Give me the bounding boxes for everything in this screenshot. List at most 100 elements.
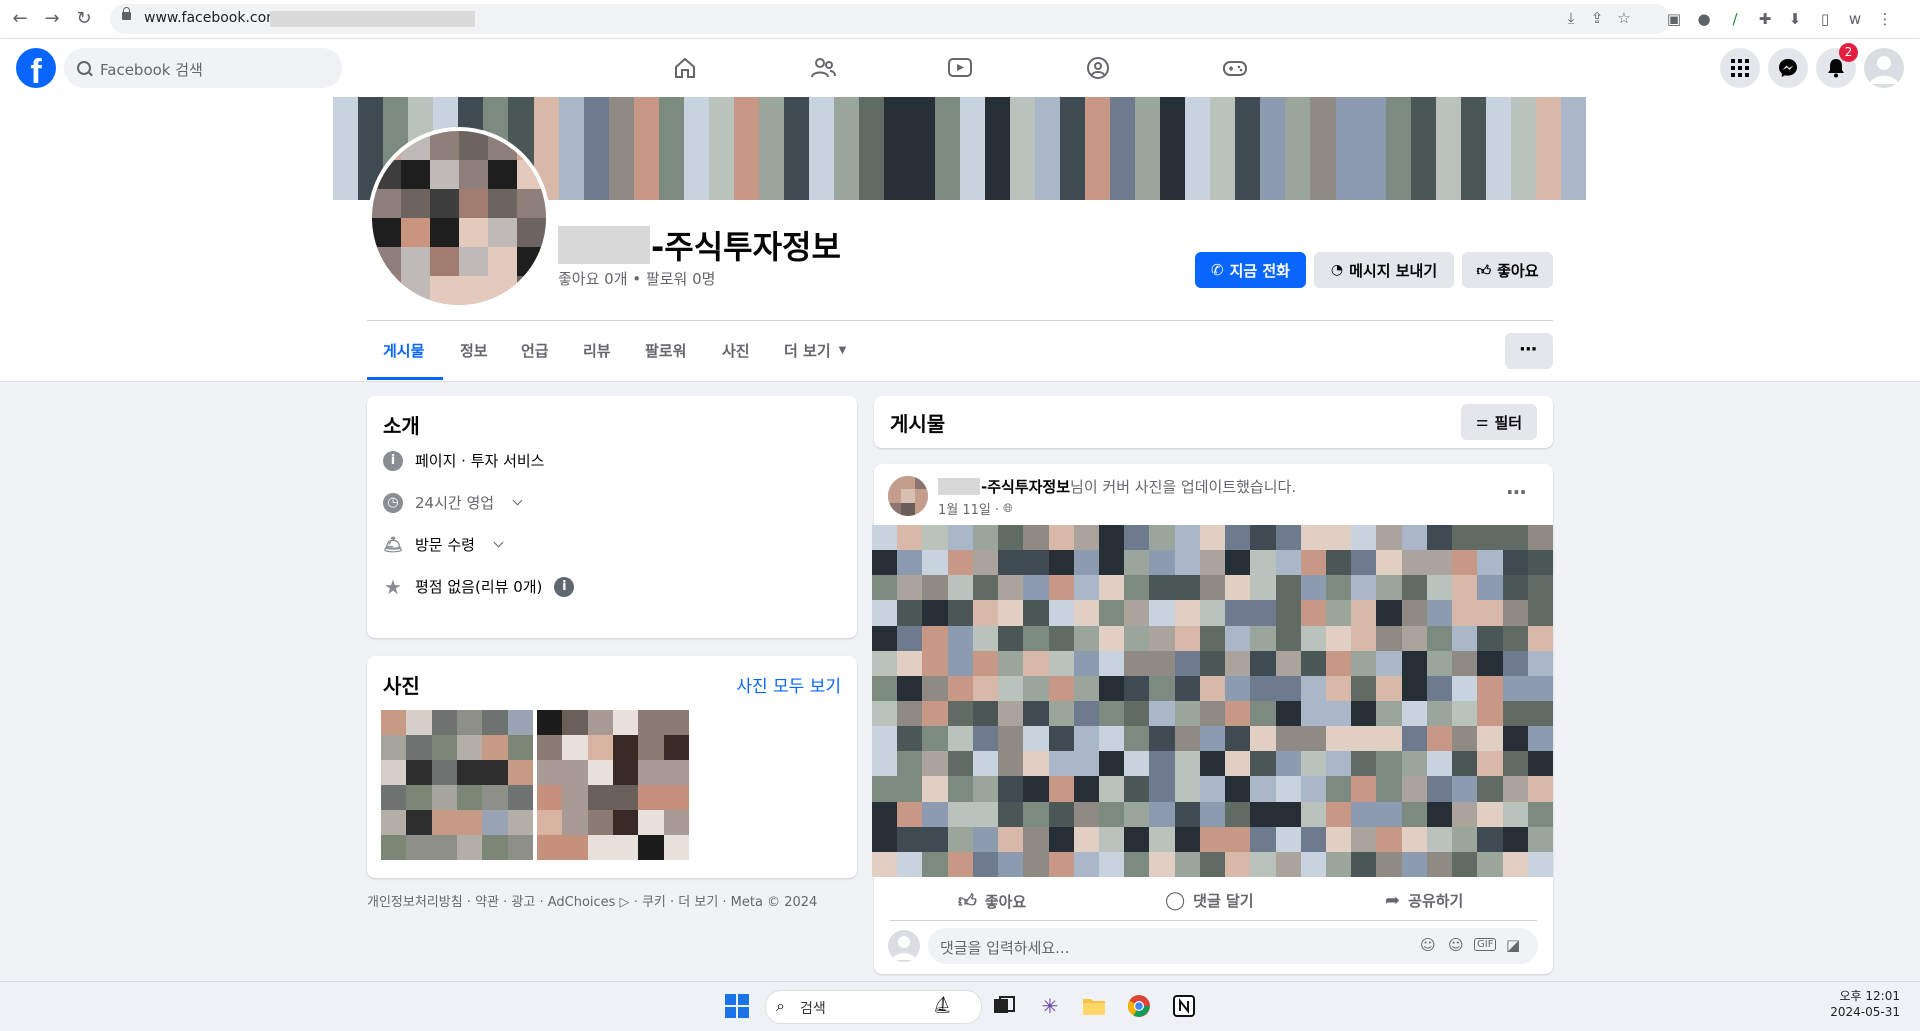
nav-friends[interactable] — [767, 45, 877, 91]
photos-card: 사진 사진 모두 보기 — [367, 656, 857, 878]
globe-icon: 🌐︎ — [1003, 501, 1013, 515]
comment-bubble-icon: ◯ — [1165, 890, 1186, 911]
post-photo[interactable] — [872, 525, 1553, 877]
sticker-icon[interactable]: ◪ — [1506, 936, 1520, 954]
see-all-photos-link[interactable]: 사진 모두 보기 — [736, 672, 841, 697]
extension-icon-1[interactable]: ▣ — [1665, 10, 1683, 28]
nav-video[interactable] — [904, 45, 1014, 91]
grid-icon — [1731, 59, 1749, 77]
page-title: -주식투자정보 — [651, 228, 841, 266]
notion-icon[interactable] — [1172, 994, 1196, 1018]
puzzle-icon[interactable]: ✚ — [1756, 10, 1774, 28]
install-icon[interactable]: ⤓ — [1562, 9, 1580, 27]
clock-icon: ◷ — [383, 492, 403, 513]
tab-reviews[interactable]: 리뷰 — [583, 340, 611, 361]
facebook-logo-icon[interactable]: f — [16, 48, 56, 88]
menu-dots-icon[interactable]: ⋮ — [1876, 10, 1894, 28]
intro-service-text: 방문 수령 — [415, 536, 475, 554]
tab-followers[interactable]: 팔로워 — [645, 340, 686, 361]
posts-title: 게시물 — [890, 412, 946, 436]
more-options-button[interactable]: ··· — [1505, 333, 1553, 369]
clock-time: 오후 12:01 — [1839, 989, 1900, 1003]
thumbs-up-icon: 👍︎ — [1476, 262, 1492, 279]
intro-category: i 페이지 · 투자 서비스 — [383, 450, 544, 471]
nav-home[interactable] — [630, 45, 740, 91]
comment-label: 댓글 달기 — [1193, 892, 1254, 910]
send-message-label: 메시지 보내기 — [1349, 261, 1438, 280]
post-options-icon[interactable]: ··· — [1506, 480, 1527, 504]
tab-photos[interactable]: 사진 — [722, 340, 750, 361]
facebook-search-input[interactable]: Facebook 검색 — [64, 48, 342, 88]
chrome-icon[interactable] — [1127, 994, 1151, 1018]
gif-icon[interactable]: GIF — [1474, 938, 1497, 951]
comment-button[interactable]: ◯ 댓글 달기 — [1165, 890, 1254, 911]
share-arrow-icon: ➦ — [1385, 890, 1401, 911]
system-clock[interactable]: 오후 12:01 2024-05-31 — [1830, 988, 1900, 1020]
like-post-button[interactable]: 👍︎ 좋아요 — [958, 890, 1026, 912]
taskbar-search[interactable]: ⌕ 검색 ⛵︎ — [765, 990, 982, 1024]
emoji-icon[interactable]: ☺ — [1448, 936, 1464, 954]
thumbs-up-outline-icon: 👍︎ — [958, 891, 977, 912]
forward-icon[interactable]: → — [42, 9, 62, 29]
intro-service[interactable]: 🛎︎ 방문 수령 — [383, 534, 504, 555]
tab-mentions[interactable]: 언급 — [521, 340, 549, 361]
tab-posts[interactable]: 게시물 — [383, 340, 424, 361]
post-date[interactable]: 1월 11일 · — [938, 499, 999, 518]
messenger-button[interactable] — [1768, 48, 1808, 88]
share-icon[interactable]: ⇪ — [1588, 9, 1606, 27]
footer-links[interactable]: 개인정보처리방침 · 약관 · 광고 · AdChoices ▷ · 쿠키 · … — [367, 891, 817, 910]
reload-icon[interactable]: ↻ — [74, 9, 94, 29]
commenter-avatar[interactable] — [888, 930, 920, 962]
photo-thumbnail[interactable] — [537, 710, 689, 860]
search-highlight-icon: ⛵︎ — [932, 995, 953, 1014]
comment-input[interactable]: 댓글을 입력하세요... ☺ ☺ GIF ◪ — [928, 928, 1538, 964]
gaming-icon — [1223, 61, 1247, 76]
intro-hours-text: 24시간 영업 — [415, 494, 495, 512]
slack-icon[interactable]: ✳ — [1038, 994, 1062, 1018]
post-header-text: -주식투자정보님이 커버 사진을 업데이트했습니다. — [981, 476, 1296, 497]
extension-icon-4[interactable]: w — [1846, 10, 1864, 28]
nav-groups[interactable] — [1042, 45, 1152, 91]
call-now-button[interactable]: ✆ 지금 전화 — [1195, 252, 1306, 288]
avatar-sticker-icon[interactable]: ☺ — [1420, 936, 1436, 954]
windows-start-icon[interactable] — [725, 994, 749, 1018]
browser-toolbar: ← → ↻ www.facebook.com/ ⤓ ⇪ ☆ ▣ ● ∕ ✚ ⬇ … — [0, 0, 1920, 39]
lock-icon — [122, 7, 131, 20]
windows-taskbar: ⌕ 검색 ⛵︎ ✳ 오후 12:01 2024-05-31 — [0, 981, 1920, 1031]
menu-grid-button[interactable] — [1720, 48, 1760, 88]
rating-info-icon[interactable]: i — [554, 576, 575, 597]
account-avatar[interactable] — [1864, 48, 1904, 88]
share-button[interactable]: ➦ 공유하기 — [1385, 890, 1463, 911]
tab-about[interactable]: 정보 — [460, 340, 488, 361]
extension-icon-3[interactable]: ∕ — [1726, 10, 1744, 28]
profile-picture[interactable] — [368, 127, 550, 309]
extension-icon-2[interactable]: ● — [1695, 10, 1713, 28]
service-bell-icon: 🛎︎ — [383, 534, 404, 554]
intro-hours[interactable]: ◷ 24시간 영업 — [383, 492, 523, 513]
filter-button[interactable]: ⚌ 필터 — [1461, 404, 1537, 440]
post-author-avatar[interactable] — [888, 476, 928, 516]
video-icon — [948, 58, 972, 77]
address-bar[interactable]: www.facebook.com/ ⤓ ⇪ ☆ — [110, 4, 1670, 34]
bell-icon — [1828, 59, 1844, 78]
file-explorer-icon[interactable] — [1082, 994, 1106, 1018]
search-icon — [77, 61, 91, 75]
nav-gaming[interactable] — [1179, 45, 1289, 91]
photo-thumbnail[interactable] — [381, 710, 533, 860]
send-message-button[interactable]: ◔ 메시지 보내기 — [1314, 252, 1454, 288]
messenger-small-icon: ◔ — [1330, 262, 1344, 278]
download-icon[interactable]: ⬇ — [1786, 10, 1804, 28]
page-stats: 좋아요 0개 • 팔로워 0명 — [558, 270, 716, 288]
like-page-button[interactable]: 👍︎ 좋아요 — [1462, 252, 1553, 288]
like-post-label: 좋아요 — [984, 892, 1027, 911]
task-view-icon[interactable] — [992, 994, 1016, 1018]
bookmark-star-icon[interactable]: ☆ — [1615, 9, 1633, 27]
chevron-down-icon — [493, 537, 504, 548]
header-divider — [367, 320, 1553, 321]
post-author-name[interactable]: -주식투자정보 — [981, 478, 1070, 496]
tab-more[interactable]: 더 보기 ▼ — [784, 340, 846, 361]
post-meta: 1월 11일 · 🌐︎ — [938, 499, 1013, 518]
sidepanel-icon[interactable]: ▯ — [1816, 10, 1834, 28]
back-icon[interactable]: ← — [10, 9, 30, 29]
intro-category-text: 페이지 · 투자 서비스 — [415, 452, 545, 470]
